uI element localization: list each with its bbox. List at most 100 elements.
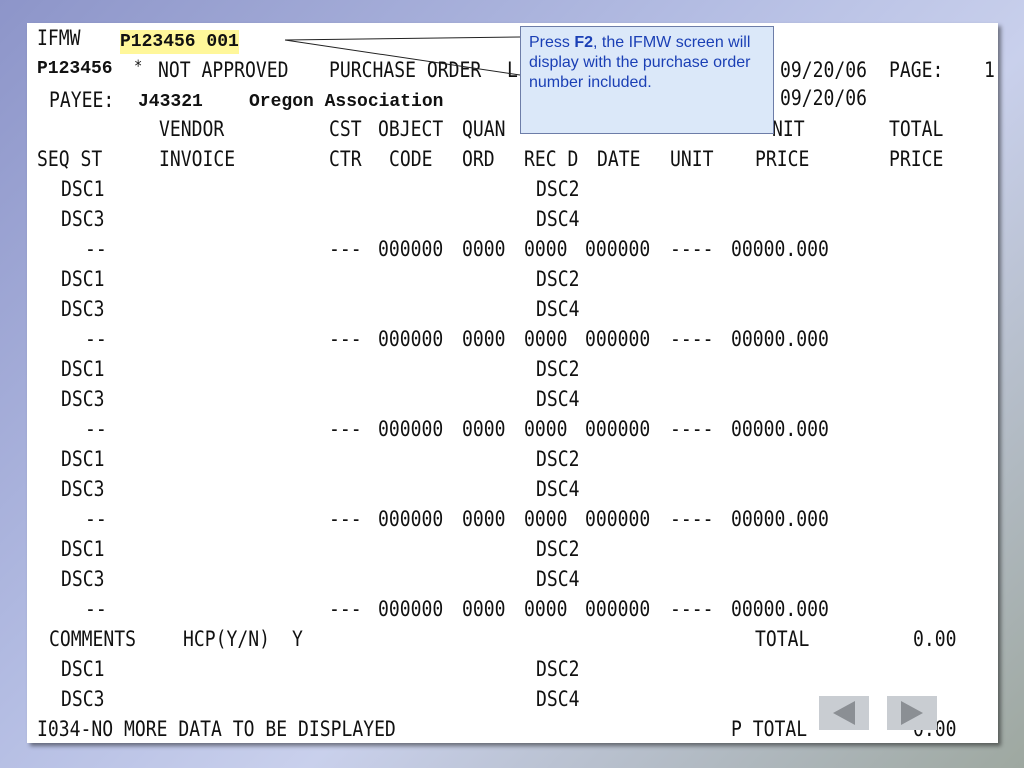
line-unit[interactable]: ---- (670, 416, 713, 442)
line-price[interactable]: 00000.000 (731, 416, 829, 442)
screen-title: PURCHASE ORDER (329, 58, 482, 82)
payee-name: Oregon Association (249, 92, 444, 112)
line-dsc3: DSC3 (61, 297, 105, 321)
p-total-label: P TOTAL (731, 717, 808, 741)
line-rec[interactable]: 0000 (524, 236, 567, 262)
line-seq[interactable]: -- (85, 326, 107, 352)
col-unit: UNIT (670, 147, 714, 171)
terminal-screen: IFMW P123456 001 P123456 * NOT APPROVED … (27, 23, 998, 743)
line-seq[interactable]: -- (85, 596, 107, 622)
payee-id: J43321 (138, 92, 203, 112)
col-invoice: INVOICE (159, 147, 236, 171)
line-dsc2: DSC2 (536, 267, 580, 291)
line-cst[interactable]: --- (329, 236, 362, 262)
line-date[interactable]: 000000 (585, 326, 650, 352)
line-object[interactable]: 000000 (378, 416, 443, 442)
line-dsc2: DSC2 (536, 537, 580, 561)
line-dsc1: DSC1 (61, 177, 105, 201)
col-object: OBJECT (378, 117, 444, 141)
line-unit[interactable]: ---- (670, 506, 713, 532)
line-price[interactable]: 00000.000 (731, 326, 829, 352)
col-date: DATE (597, 147, 641, 171)
next-slide-button[interactable] (887, 696, 937, 730)
line-dsc3: DSC3 (61, 567, 105, 591)
screen-title-suffix: L (507, 58, 518, 82)
total-label: TOTAL (755, 627, 810, 651)
line-rec[interactable]: 0000 (524, 416, 567, 442)
col-price: PRICE (755, 147, 810, 171)
hcp-value[interactable]: Y (292, 626, 303, 652)
line-cst[interactable]: --- (329, 506, 362, 532)
comments-label: COMMENTS (49, 627, 136, 651)
line-price[interactable]: 00000.000 (731, 596, 829, 622)
line-object[interactable]: 000000 (378, 326, 443, 352)
line-cst[interactable]: --- (329, 416, 362, 442)
col-seq-st: SEQ ST (37, 147, 103, 171)
line-dsc4: DSC4 (536, 477, 580, 501)
page-label: PAGE: (889, 58, 944, 82)
line-cst[interactable]: --- (329, 596, 362, 622)
line-quan[interactable]: 0000 (462, 416, 505, 442)
line-dsc1: DSC1 (61, 357, 105, 381)
line-dsc2: DSC2 (536, 177, 580, 201)
col-rec-d: REC D (524, 147, 579, 171)
total-value: 0.00 (913, 627, 957, 651)
line-date[interactable]: 000000 (585, 506, 650, 532)
line-dsc2: DSC2 (536, 447, 580, 471)
col-total-price: PRICE (889, 147, 944, 171)
line-rec[interactable]: 0000 (524, 596, 567, 622)
line-seq[interactable]: -- (85, 236, 107, 262)
line-dsc4: DSC4 (536, 297, 580, 321)
line-rec[interactable]: 0000 (524, 326, 567, 352)
comment-dsc2: DSC2 (536, 657, 580, 681)
prev-slide-button[interactable] (819, 696, 869, 730)
line-quan[interactable]: 0000 (462, 326, 505, 352)
line-quan[interactable]: 0000 (462, 596, 505, 622)
line-unit[interactable]: ---- (670, 596, 713, 622)
line-dsc2: DSC2 (536, 357, 580, 381)
line-rec[interactable]: 0000 (524, 506, 567, 532)
comment-dsc1: DSC1 (61, 657, 105, 681)
col-unit-part: NIT (772, 117, 805, 141)
line-object[interactable]: 000000 (378, 596, 443, 622)
comment-dsc4: DSC4 (536, 687, 580, 711)
line-dsc1: DSC1 (61, 447, 105, 471)
col-quan: QUAN (462, 117, 506, 141)
line-price[interactable]: 00000.000 (731, 506, 829, 532)
callout-key: F2 (574, 34, 594, 51)
line-dsc4: DSC4 (536, 387, 580, 411)
callout-text-pre: Press (529, 34, 575, 51)
line-object[interactable]: 000000 (378, 236, 443, 262)
line-unit[interactable]: ---- (670, 236, 713, 262)
line-dsc3: DSC3 (61, 477, 105, 501)
instruction-callout: Press F2, the IFMW screen will display w… (520, 26, 774, 134)
col-vendor: VENDOR (159, 117, 225, 141)
line-dsc4: DSC4 (536, 567, 580, 591)
col-cst: CST (329, 117, 362, 141)
col-ctr: CTR (329, 147, 362, 171)
line-dsc4: DSC4 (536, 207, 580, 231)
line-quan[interactable]: 0000 (462, 506, 505, 532)
payee-label: PAYEE: (49, 88, 115, 112)
date-2: 09/20/06 (780, 86, 867, 110)
line-price[interactable]: 00000.000 (731, 236, 829, 262)
app-name: IFMW (37, 26, 81, 50)
triangle-left-icon (833, 701, 855, 725)
line-date[interactable]: 000000 (585, 236, 650, 262)
line-object[interactable]: 000000 (378, 506, 443, 532)
status-text: NOT APPROVED (158, 58, 289, 82)
triangle-right-icon (901, 701, 923, 725)
line-date[interactable]: 000000 (585, 596, 650, 622)
line-date[interactable]: 000000 (585, 416, 650, 442)
po-input-field[interactable]: P123456 001 (120, 30, 239, 54)
line-quan[interactable]: 0000 (462, 236, 505, 262)
hcp-label: HCP(Y/N) (183, 627, 270, 651)
status-message: I034-NO MORE DATA TO BE DISPLAYED (37, 717, 396, 741)
po-id: P123456 (37, 59, 113, 79)
line-dsc3: DSC3 (61, 387, 105, 411)
line-seq[interactable]: -- (85, 416, 107, 442)
line-unit[interactable]: ---- (670, 326, 713, 352)
col-total: TOTAL (889, 117, 944, 141)
line-cst[interactable]: --- (329, 326, 362, 352)
line-seq[interactable]: -- (85, 506, 107, 532)
